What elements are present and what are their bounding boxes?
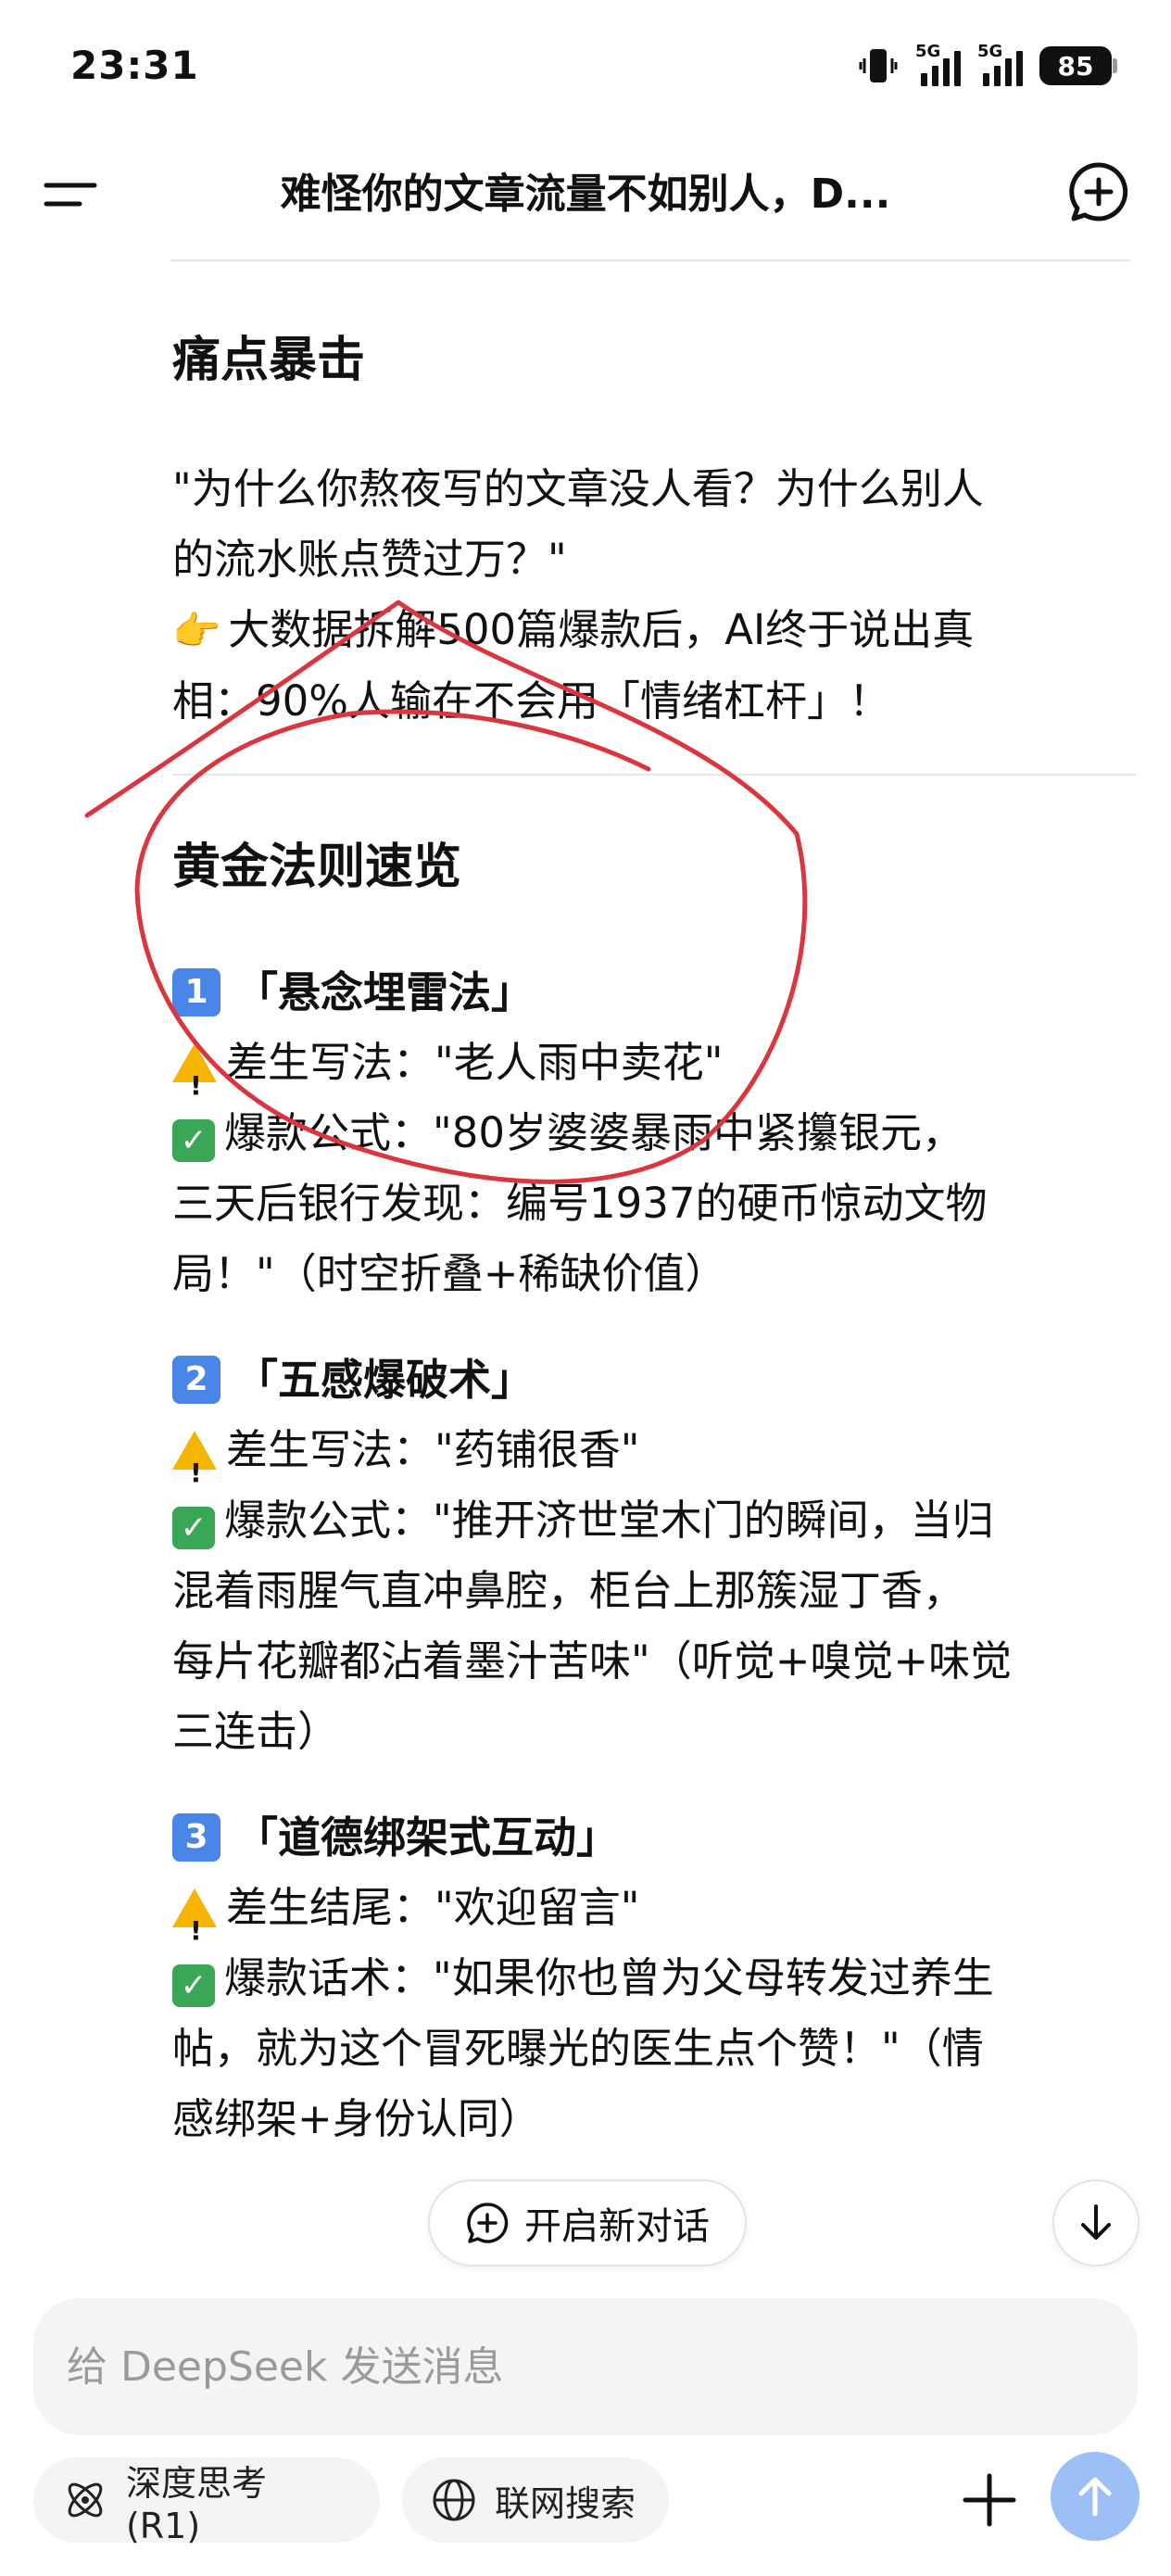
good-example: ✓ 爆款话术："如果你也曾为父母转发过养生: [172, 1943, 1136, 2014]
check-icon: ✓: [172, 1964, 215, 2007]
status-bar: 23:31 5G 5G 85: [0, 0, 1171, 130]
globe-icon: [433, 2479, 475, 2521]
number-badge-icon: 1: [172, 968, 220, 1017]
new-chat-icon: [1069, 162, 1128, 221]
rule-body: 差生写法："药铺很香" ✓爆款公式："推开济世堂木门的瞬间，当归 混着雨腥气直冲…: [172, 1415, 1136, 1767]
paragraph-line: 三天后银行发现：编号1937的硬币惊动文物: [172, 1179, 988, 1228]
signal-icon: 5G: [915, 42, 961, 86]
good-example: ✓ 爆款公式："80岁婆婆暴雨中紧攥银元，: [172, 1098, 1136, 1168]
paragraph-line: 混着雨腥气直冲鼻腔，柜台上那簇湿丁香，: [172, 1566, 965, 1615]
rule-title: 3 「道德绑架式互动」: [172, 1802, 1136, 1873]
section-title: 痛点暴击: [172, 333, 366, 388]
scroll-to-bottom-button[interactable]: [1052, 2179, 1140, 2267]
attach-button[interactable]: [951, 2461, 1028, 2539]
menu-button[interactable]: [41, 165, 100, 224]
menu-icon: [44, 183, 97, 207]
rule-body: 差生结尾："欢迎留言" ✓爆款话术："如果你也曾为父母转发过养生 帖，就为这个冒…: [172, 1873, 1136, 2154]
message-input-box[interactable]: [33, 2298, 1138, 2435]
status-time: 23:31: [70, 43, 199, 88]
new-chat-icon: [467, 2203, 509, 2243]
paragraph-line: 的流水账点赞过万？": [172, 535, 567, 584]
battery-icon: 85: [1039, 46, 1117, 85]
paragraph-line: "为什么你熬夜写的文章没人看？为什么别人: [172, 464, 984, 513]
web-search-button[interactable]: 联网搜索: [402, 2457, 669, 2543]
paragraph-line: 帖，就为这个冒死曝光的医生点个赞！"（情: [172, 2024, 984, 2073]
signal-icon: 5G: [977, 42, 1023, 86]
paragraph-line: 三连击）: [172, 1707, 340, 1756]
paragraph-line: 每片花瓣都沾着墨汁苦味"（听觉+嗅觉+味觉: [172, 1636, 1013, 1686]
status-icons: 5G 5G 85: [858, 42, 1117, 89]
new-chat-button[interactable]: [1065, 159, 1132, 226]
paragraph-line: 感绑架+身份认同）: [172, 2094, 541, 2143]
plus-icon: [963, 2473, 1016, 2527]
web-search-label: 联网搜索: [495, 2482, 636, 2524]
start-new-chat-label: 开启新对话: [524, 2205, 710, 2248]
section-paragraph: "为什么你熬夜写的文章没人看？为什么别人 的流水账点赞过万？" 👉 大数据拆解50…: [172, 454, 1136, 737]
check-icon: ✓: [172, 1507, 215, 1549]
bad-example: 差生写法："老人雨中卖花": [172, 1028, 1136, 1121]
header: 难怪你的文章流量不如别人，D...: [0, 130, 1171, 259]
divider: [172, 774, 1136, 776]
paragraph-line: 相：90%人输在不会用「情绪杠杆」！: [172, 676, 891, 726]
number-badge-icon: 3: [172, 1813, 220, 1862]
rule-title: 2 「五感爆破术」: [172, 1345, 1136, 1415]
atom-icon: [68, 2482, 103, 2518]
pointing-hand-icon: 👉: [172, 608, 221, 653]
message-input[interactable]: [67, 2298, 1104, 2435]
arrow-up-icon: [1078, 2477, 1112, 2517]
deep-think-label: 深度思考 (R1): [125, 2462, 267, 2546]
rule-body: 差生写法："老人雨中卖花" ✓爆款公式："80岁婆婆暴雨中紧攥银元， 三天后银行…: [172, 1028, 1136, 1309]
paragraph-line: 局！"（时空折叠+稀缺价值）: [172, 1249, 727, 1298]
number-badge-icon: 2: [172, 1356, 220, 1404]
page-title: 难怪你的文章流量不如别人，D...: [280, 170, 891, 218]
send-button[interactable]: [1051, 2452, 1140, 2541]
vibrate-icon: [859, 49, 898, 82]
deep-think-button[interactable]: 深度思考 (R1): [33, 2457, 380, 2546]
rule-title: 1 「悬念埋雷法」: [172, 957, 1136, 1028]
message-content: 痛点暴击 "为什么你熬夜写的文章没人看？为什么别人 的流水账点赞过万？" 👉 大数…: [172, 261, 1136, 2179]
section-title: 黄金法则速览: [172, 840, 462, 895]
start-new-chat-button[interactable]: 开启新对话: [428, 2179, 747, 2267]
warning-icon: [172, 1888, 217, 1966]
bad-example: 差生结尾："欢迎留言": [172, 1873, 1136, 1966]
arrow-down-icon: [1081, 2204, 1111, 2240]
warning-icon: [172, 1431, 217, 1509]
paragraph-line: 👉 大数据拆解500篇爆款后，AI终于说出真: [172, 595, 1136, 666]
bad-example: 差生写法："药铺很香": [172, 1415, 1136, 1509]
warning-icon: [172, 1043, 217, 1121]
check-icon: ✓: [172, 1119, 215, 1162]
good-example: ✓ 爆款公式："推开济世堂木门的瞬间，当归: [172, 1485, 1136, 1556]
